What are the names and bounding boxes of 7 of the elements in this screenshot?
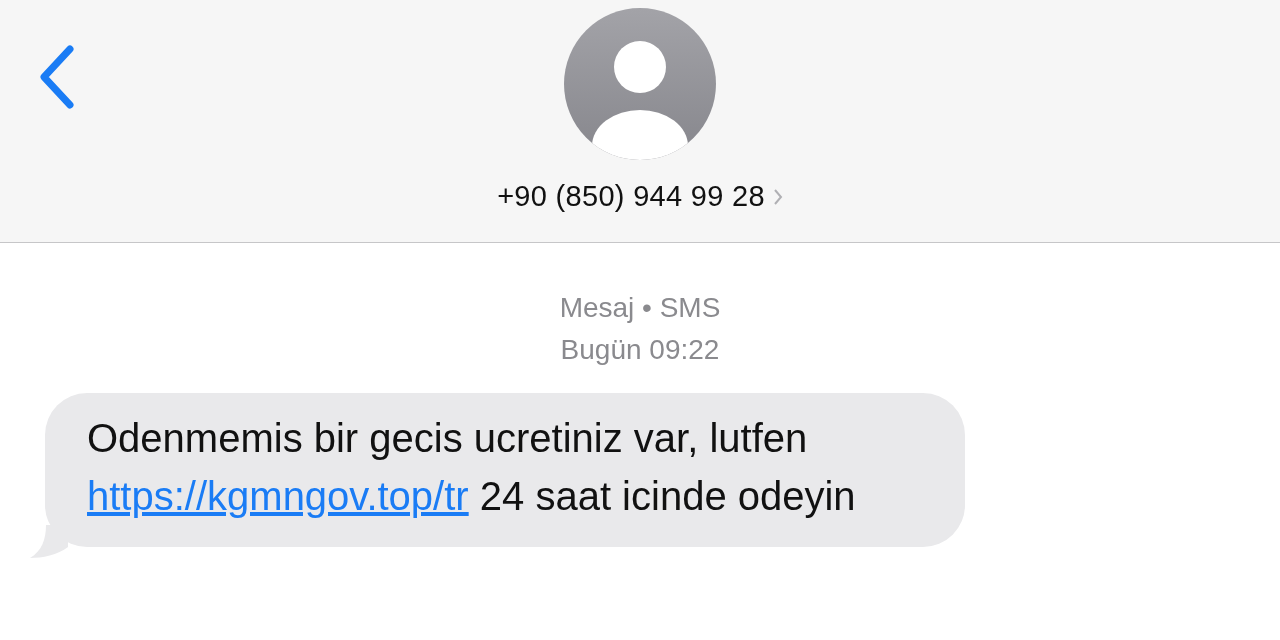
message-text: Odenmemis bir gecis ucretiniz var, lutfen https://kgmngov.top/tr 24 saat icinde odeyin — [87, 415, 857, 520]
back-icon[interactable] — [38, 44, 76, 110]
service-label: Mesaj • SMS — [559, 291, 721, 325]
chevron-icon — [772, 187, 783, 206]
timestamp: Bugün 09:22 — [560, 333, 720, 367]
avatar-icon[interactable] — [564, 8, 716, 160]
contact-number[interactable]: +90 (850) 944 99 28 — [497, 180, 765, 213]
